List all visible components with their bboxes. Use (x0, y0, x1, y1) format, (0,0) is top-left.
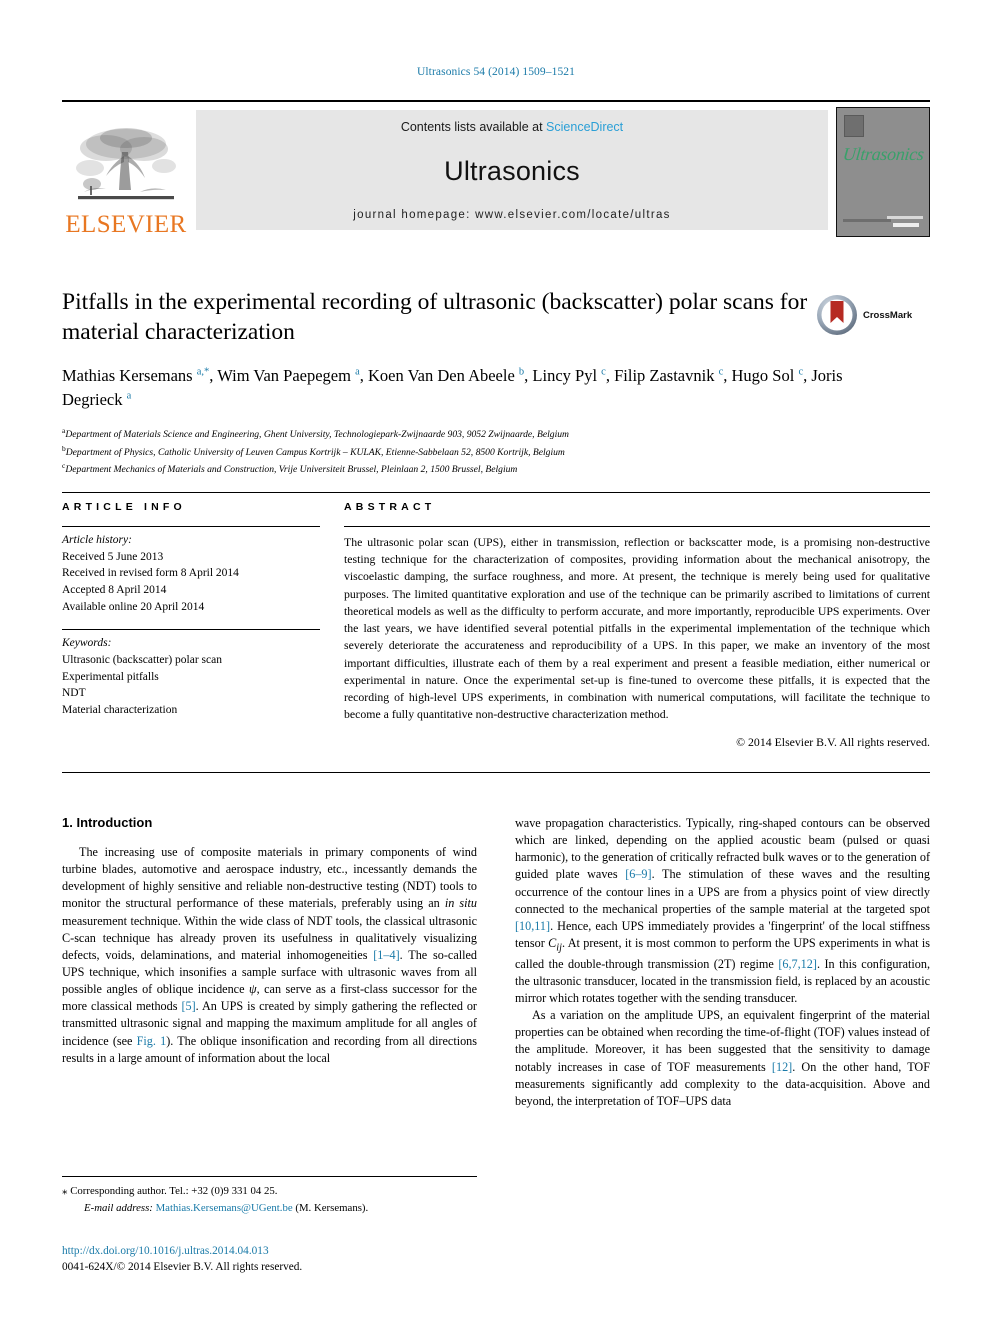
body-column-left: 1. Introduction The increasing use of co… (62, 815, 477, 1110)
affiliation-b: bDepartment of Physics, Catholic Univers… (62, 443, 930, 461)
issn-copyright-line: 0041-624X/© 2014 Elsevier B.V. All right… (62, 1261, 303, 1274)
cover-footer-bar-left (843, 219, 891, 222)
cover-journal-name: Ultrasonics (842, 144, 925, 164)
running-head: Ultrasonics 54 (2014) 1509–1521 (416, 66, 575, 78)
paragraph: As a variation on the amplitude UPS, an … (515, 1008, 930, 1108)
doi-block: http://dx.doi.org/10.1016/j.ultras.2014.… (62, 1243, 502, 1275)
crossmark-icon (817, 295, 857, 335)
abstract-heading: ABSTRACT (344, 501, 436, 513)
article-history-item: Received 5 June 2013 (62, 550, 164, 563)
cover-footer-bar-right-2 (893, 223, 919, 227)
elsevier-tree-icon (76, 128, 176, 200)
email-owner: (M. Kersemans). (295, 1201, 369, 1214)
elsevier-wordmark: ELSEVIER (65, 211, 187, 238)
article-history-item: Received in revised form 8 April 2014 (62, 567, 239, 580)
journal-masthead: ELSEVIER Contents lists available at Sci… (62, 100, 930, 237)
keyword-item: Material characterization (62, 704, 178, 717)
doi-link[interactable]: http://dx.doi.org/10.1016/j.ultras.2014.… (62, 1243, 502, 1259)
cover-publisher-mark-icon (844, 115, 864, 137)
affiliation-text-a: Department of Materials Science and Engi… (65, 429, 569, 441)
cover-footer-bar-right (887, 216, 923, 219)
footnote-block: ⁎ Corresponding author. Tel.: +32 (0)9 3… (62, 1176, 477, 1216)
info-abstract-region: ARTICLE INFO Article history: Received 5… (62, 492, 930, 750)
page-title: Pitfalls in the experimental recording o… (62, 289, 808, 346)
journal-title: Ultrasonics (444, 156, 580, 186)
keyword-item: NDT (62, 687, 86, 700)
article-history-label: Article history: (62, 534, 132, 546)
journal-band: Contents lists available at ScienceDirec… (196, 110, 828, 230)
corresponding-author-note: ⁎ Corresponding author. Tel.: +32 (0)9 3… (62, 1183, 477, 1200)
abstract-column: ABSTRACT The ultrasonic polar scan (UPS)… (344, 493, 930, 750)
abstract-copyright: © 2014 Elsevier B.V. All rights reserved… (736, 735, 930, 750)
affiliation-a: aDepartment of Materials Science and Eng… (62, 425, 930, 443)
article-info-column: ARTICLE INFO Article history: Received 5… (62, 493, 344, 750)
article-history-item: Available online 20 April 2014 (62, 600, 205, 613)
contents-prefix: Contents lists available at (400, 120, 543, 134)
contents-available-line: Contents lists available at ScienceDirec… (401, 120, 623, 134)
article-page: Ultrasonics 54 (2014) 1509–1521 ELSEVIER… (0, 0, 992, 1323)
journal-homepage-link[interactable]: journal homepage: www.elsevier.com/locat… (353, 209, 670, 221)
affiliation-text-b: Department of Physics, Catholic Universi… (65, 446, 565, 458)
paragraph: The increasing use of composite material… (62, 845, 478, 1065)
affiliation-text-c: Department Mechanics of Materials and Co… (65, 464, 518, 476)
keywords-label: Keywords: (62, 637, 112, 650)
crossmark-label: CrossMark (863, 309, 913, 321)
author-list: Mathias Kersemans a,*, Wim Van Paepegem … (62, 366, 843, 410)
keyword-item: Ultrasonic (backscatter) polar scan (62, 654, 222, 667)
affiliation-c: cDepartment Mechanics of Materials and C… (62, 460, 930, 478)
article-info-heading: ARTICLE INFO (62, 501, 186, 513)
email-label: E-mail address: (84, 1201, 153, 1214)
title-block: Pitfalls in the experimental recording o… (62, 287, 930, 478)
body-separator-rule (62, 772, 930, 773)
section-heading-introduction: 1. Introduction (62, 815, 153, 830)
elsevier-logo: ELSEVIER (62, 102, 190, 237)
keyword-item: Experimental pitfalls (62, 670, 159, 683)
email-note: E-mail address: Mathias.Kersemans@UGent.… (62, 1200, 477, 1216)
email-link[interactable]: Mathias.Kersemans@UGent.be (156, 1202, 293, 1214)
corresponding-author-text: Corresponding author. Tel.: +32 (0)9 331… (70, 1185, 278, 1197)
body-column-right: wave propagation characteristics. Typica… (515, 815, 930, 1110)
abstract-text: The ultrasonic polar scan (UPS), either … (344, 535, 930, 722)
sciencedirect-link[interactable]: ScienceDirect (546, 120, 623, 134)
asterisk-icon: ⁎ (62, 1185, 68, 1197)
body-columns: 1. Introduction The increasing use of co… (62, 815, 930, 1110)
affiliation-list: aDepartment of Materials Science and Eng… (62, 425, 930, 478)
keywords-group: Keywords: Ultrasonic (backscatter) polar… (62, 630, 320, 718)
paragraph: wave propagation characteristics. Typica… (515, 816, 931, 1005)
journal-cover-thumbnail: Ultrasonics (836, 107, 930, 237)
article-history-group: Article history: Received 5 June 2013 Re… (62, 527, 320, 615)
crossmark-badge[interactable]: CrossMark (816, 293, 928, 337)
article-history-item: Accepted 8 April 2014 (62, 584, 167, 597)
